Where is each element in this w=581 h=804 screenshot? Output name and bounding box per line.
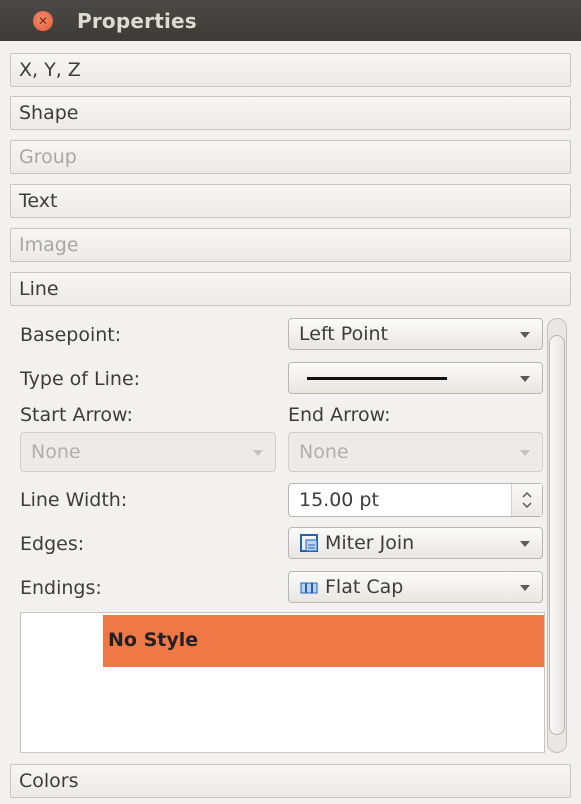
section-label: Text: [19, 190, 58, 212]
miter-join-icon: [300, 534, 318, 552]
section-image[interactable]: Image: [10, 228, 571, 262]
section-xyz[interactable]: X, Y, Z: [10, 53, 571, 87]
list-item[interactable]: No Style: [23, 615, 544, 667]
section-text[interactable]: Text: [10, 184, 571, 218]
line-width-stepper[interactable]: 15.00 pt: [288, 483, 543, 517]
end-arrow-label: End Arrow:: [288, 404, 391, 426]
basepoint-value: Left Point: [299, 323, 388, 345]
basepoint-dropdown[interactable]: Left Point: [288, 318, 543, 350]
chevron-down-icon: [520, 332, 530, 338]
section-label: Group: [19, 146, 77, 168]
type-of-line-label: Type of Line:: [20, 368, 141, 390]
window-title: Properties: [77, 8, 197, 33]
end-arrow-dropdown[interactable]: None: [288, 432, 543, 472]
type-of-line-dropdown[interactable]: [288, 362, 543, 394]
endings-label: Endings:: [20, 577, 102, 599]
edges-dropdown[interactable]: Miter Join: [288, 527, 543, 559]
chevron-down-icon: [253, 450, 263, 456]
section-label: Image: [19, 234, 79, 256]
close-icon[interactable]: ✕: [33, 10, 53, 31]
start-arrow-dropdown[interactable]: None: [20, 432, 276, 472]
endings-value: Flat Cap: [325, 576, 404, 598]
style-swatch: [23, 615, 103, 667]
chevron-down-icon: [520, 450, 530, 456]
chevron-down-icon: [520, 376, 530, 382]
section-colors[interactable]: Colors: [10, 764, 571, 798]
line-style-preview-icon: [307, 376, 447, 380]
stepper-arrows-icon: [522, 491, 532, 509]
endings-dropdown[interactable]: Flat Cap: [288, 571, 543, 603]
start-arrow-label: Start Arrow:: [20, 404, 133, 426]
edges-label: Edges:: [20, 533, 85, 555]
section-label: Colors: [19, 770, 79, 792]
section-line[interactable]: Line: [10, 272, 571, 306]
panel-scrollbar[interactable]: [547, 318, 567, 753]
scroll-thumb[interactable]: [549, 335, 565, 735]
edges-value: Miter Join: [325, 532, 415, 554]
section-label: Shape: [19, 102, 79, 124]
chevron-down-icon: [520, 541, 530, 547]
title-bar: ✕ Properties: [0, 0, 581, 41]
end-arrow-value: None: [299, 441, 349, 463]
properties-window: ✕ Properties X, Y, Z Shape Group Text Im…: [0, 0, 581, 804]
line-width-label: Line Width:: [20, 489, 128, 511]
section-shape[interactable]: Shape: [10, 96, 571, 130]
style-list: No Style: [20, 612, 545, 753]
chevron-down-icon: [520, 585, 530, 591]
section-group[interactable]: Group: [10, 140, 571, 174]
start-arrow-value: None: [31, 441, 81, 463]
flat-cap-icon: [300, 582, 318, 594]
section-label: Line: [19, 278, 59, 300]
section-label: X, Y, Z: [19, 59, 81, 81]
line-width-value: 15.00 pt: [299, 489, 379, 511]
stepper-buttons[interactable]: [511, 484, 542, 516]
style-item-label: No Style: [108, 629, 199, 651]
basepoint-label: Basepoint:: [20, 324, 122, 346]
